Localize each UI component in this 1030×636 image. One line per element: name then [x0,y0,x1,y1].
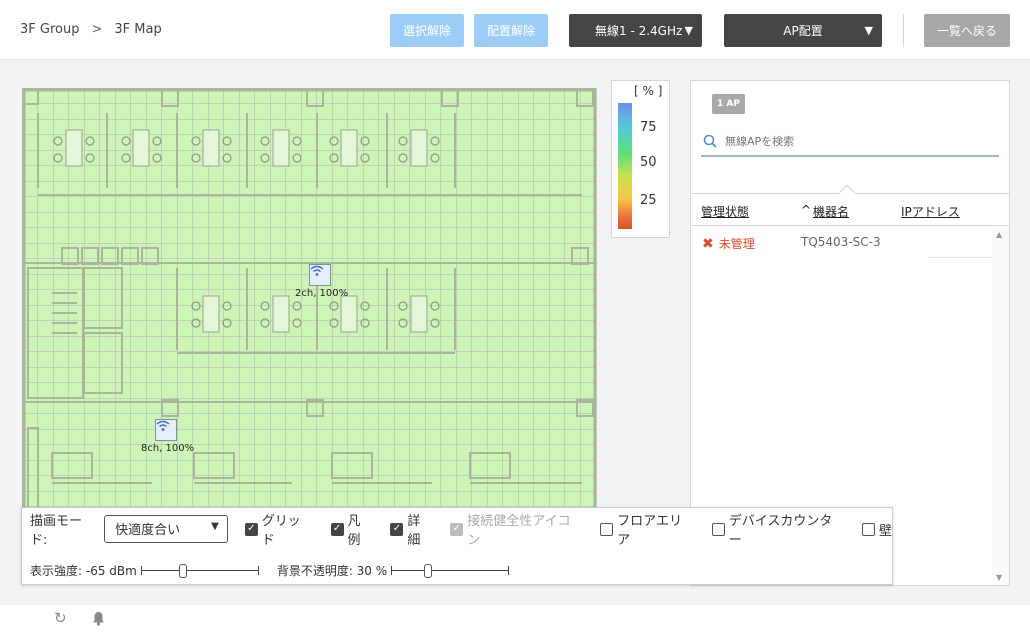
floor-area-label: フロアエリア [617,514,683,548]
wall-checkbox[interactable]: 壁 [861,520,892,539]
slider-thumb[interactable] [179,563,188,578]
checkbox-checked-icon: ✓ [390,522,404,536]
breadcrumb-separator: > [91,22,103,37]
strength-slider[interactable] [140,563,259,578]
heatmap-legend: [ % ] 75 50 25 [611,80,670,238]
legend-color-scale [618,103,632,229]
close-icon: ✖ [702,235,714,252]
breadcrumb: 3F Group > 3F Map [20,22,162,37]
refresh-icon[interactable]: ↻ [54,609,67,627]
legend-tick: 25 [640,193,657,208]
scroll-up-icon[interactable]: ▲ [996,230,1002,239]
slider-thumb[interactable] [424,563,433,578]
status-cell: ✖ 未管理 [702,235,755,252]
ap-table-header: 管理状態 ^ 機器名 IPアドレス [691,184,1009,226]
row-divider [929,257,993,258]
connection-health-icon-checkbox: ✓ 接続健全性アイコン [450,510,583,548]
header-divider [903,14,904,47]
column-header-ip[interactable]: IPアドレス [901,203,960,220]
legend-label: 凡例 [347,514,361,548]
opacity-label: 背景不透明度: 30 % [276,564,388,578]
chevron-down-icon: ▼ [211,521,219,532]
radio-band-value: 無線1 - 2.4GHz [595,24,683,38]
draw-mode-value: 快適度合い [115,523,181,538]
slider-track [140,569,259,571]
floor-map[interactable]: 2ch, 100% 8ch, 100% [22,88,597,516]
checkbox-unchecked-icon [600,522,614,536]
checkbox-unchecked-icon [711,522,725,536]
sort-notch [838,184,856,202]
checkbox-checked-icon: ✓ [244,522,258,536]
draw-mode-label: 描画モード: [30,514,83,548]
header-bar: 3F Group > 3F Map 選択解除 配置解除 無線1 - 2.4GHz… [0,0,1030,60]
legend-checkbox[interactable]: ✓ 凡例 [330,510,374,548]
ap-place-dropdown[interactable]: AP配置 ▼ [724,14,882,47]
search-icon [703,134,717,148]
floor-area-checkbox[interactable]: フロアエリア [600,510,695,548]
device-counter-checkbox[interactable]: デバイスカウンター [711,510,845,548]
wifi-icon [156,420,170,431]
strength-label: 表示強度: -65 dBm [30,564,137,578]
access-point-marker[interactable] [309,264,331,286]
wifi-icon [310,265,324,276]
column-header-device-name[interactable]: 機器名 [813,203,849,220]
ap-count-badge: 1 AP [712,94,745,114]
details-label: 詳細 [407,514,421,548]
details-checkbox[interactable]: ✓ 詳細 [390,510,433,548]
checkbox-checked-icon: ✓ [330,522,344,536]
table-row[interactable]: ✖ 未管理 TQ5403-SC-3 [691,231,991,257]
breadcrumb-group-link[interactable]: 3F Group [20,22,79,37]
slider-track [391,569,510,571]
checkbox-unchecked-icon [861,522,875,536]
slider-max-tick [257,565,259,575]
controls-row-sliders: 表示強度: -65 dBm 背景不透明度: 30 % [30,562,510,579]
status-unmanaged: 未管理 [718,237,755,251]
breadcrumb-current-map: 3F Map [114,22,162,37]
scroll-down-icon[interactable]: ▼ [996,573,1002,582]
wall-label: 壁 [878,523,892,539]
floor-plan-heatmap [22,88,597,516]
back-to-list-button[interactable]: 一覧へ戻る [924,14,1010,47]
access-point-marker[interactable] [155,419,177,441]
display-controls: 描画モード: 快適度合い ▼ ✓ グリッド ✓ 凡例 ✓ 詳細 ✓ 接続健全性アイコン … [21,507,893,585]
slider-max-tick [508,565,510,575]
footer-bar: ↻ [0,605,1030,636]
legend-unit: [ % ] [634,84,663,98]
scrollbar[interactable]: ▲ ▼ [992,227,1009,585]
radio-band-dropdown[interactable]: 無線1 - 2.4GHz ▼ [569,14,702,47]
slider-min-tick [391,565,393,575]
grid-checkbox[interactable]: ✓ グリッド [244,510,314,548]
ap-search-input[interactable] [725,134,985,148]
access-point-label: 8ch, 100% [141,443,195,454]
ap-place-label: AP配置 [783,24,823,38]
bell-icon[interactable] [92,611,105,626]
legend-tick: 50 [640,155,657,170]
unplace-button[interactable]: 配置解除 [474,14,548,47]
connection-health-label: 接続健全性アイコン [467,514,571,548]
sort-ascending-icon: ^ [801,203,812,217]
slider-min-tick [140,565,142,575]
draw-mode-select[interactable]: 快適度合い ▼ [104,515,228,543]
opacity-slider[interactable] [391,563,510,578]
ap-search [701,127,999,157]
legend-tick: 75 [640,120,657,135]
device-name-cell: TQ5403-SC-3 [801,235,881,249]
chevron-down-icon: ▼ [684,24,693,37]
grid-label: グリッド [261,514,301,548]
chevron-down-icon: ▼ [864,24,873,37]
checkbox-checked-icon: ✓ [450,522,464,536]
controls-row-options: 描画モード: 快適度合い ▼ ✓ グリッド ✓ 凡例 ✓ 詳細 ✓ 接続健全性アイコン … [30,514,892,548]
deselect-button[interactable]: 選択解除 [390,14,464,47]
device-counter-label: デバイスカウンター [728,514,833,548]
column-header-status[interactable]: 管理状態 [701,203,749,220]
access-point-label: 2ch, 100% [295,288,349,299]
